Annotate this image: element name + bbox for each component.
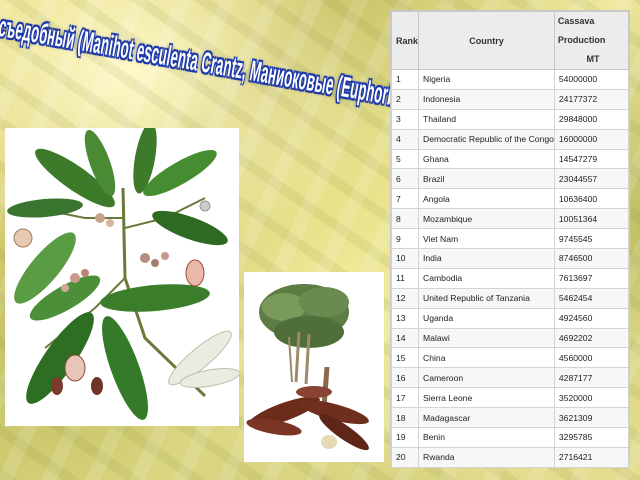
- cell-country: Cambodia: [418, 267, 555, 289]
- cell-rank: 19: [390, 427, 420, 448]
- cell-country: Cameroon: [418, 367, 555, 389]
- table-row: 15 China 4560000: [390, 347, 630, 369]
- cell-production: 29848000: [553, 108, 630, 130]
- cell-production: 8746500: [553, 248, 630, 269]
- cell-rank: 7: [390, 188, 420, 210]
- table-row: 1 Nigeria 54000000: [390, 69, 630, 90]
- table-row: 16 Cameroon 4287177: [390, 367, 630, 389]
- cell-rank: 14: [390, 327, 420, 349]
- cell-rank: 15: [390, 347, 420, 369]
- header-production: Cassava Production MT: [553, 11, 630, 70]
- header-production-line1: Cassava Production: [557, 16, 606, 45]
- cell-production: 4692202: [553, 327, 630, 349]
- table-row: 14 Malawi 4692202: [390, 327, 630, 349]
- table-row: 7 Angola 10636400: [390, 188, 630, 210]
- cell-country: Nigeria: [418, 69, 555, 90]
- cell-production: 9745545: [553, 228, 630, 250]
- cell-country: Viet Nam: [418, 228, 555, 250]
- cell-production: 4924560: [553, 307, 630, 329]
- cell-production: 14547279: [553, 148, 630, 170]
- cell-rank: 17: [390, 387, 420, 409]
- cell-country: Democratic Republic of the Congo: [418, 128, 555, 150]
- cell-production: 5462454: [553, 287, 630, 309]
- table-row: 6 Brazil 23044557: [390, 168, 630, 190]
- cassava-production-table: Rank Country Cassava Production MT 1 Nige…: [390, 10, 630, 468]
- table-row: 3 Thailand 29848000: [390, 108, 630, 130]
- cell-rank: 3: [390, 108, 420, 130]
- table-row: 12 United Republic of Tanzania 5462454: [390, 287, 630, 309]
- cell-country: Brazil: [418, 168, 555, 190]
- cell-country: Rwanda: [418, 446, 555, 468]
- cell-rank: 12: [390, 287, 420, 309]
- cell-rank: 11: [390, 267, 420, 289]
- cell-rank: 9: [390, 228, 420, 250]
- cell-rank: 4: [390, 128, 420, 150]
- cell-production: 3520000: [553, 387, 630, 409]
- table-row: 19 Benin 3295785: [390, 427, 630, 448]
- table-row: 5 Ghana 14547279: [390, 148, 630, 170]
- cell-production: 24177372: [553, 88, 630, 110]
- cell-country: Mozambique: [418, 208, 555, 230]
- cell-country: Malawi: [418, 327, 555, 349]
- table-header-row: Rank Country Cassava Production MT: [390, 11, 630, 70]
- cell-rank: 1: [390, 69, 420, 90]
- cell-rank: 16: [390, 367, 420, 389]
- table-row: 4 Democratic Republic of the Congo 1600000…: [390, 128, 630, 150]
- table-row: 10 India 8746500: [390, 248, 630, 269]
- cell-production: 10636400: [553, 188, 630, 210]
- cell-rank: 20: [390, 446, 420, 468]
- table-row: 20 Rwanda 2716421: [390, 446, 630, 468]
- cassava-plant-illustration: [5, 122, 241, 426]
- cell-country: India: [418, 248, 555, 269]
- cell-country: Angola: [418, 188, 555, 210]
- cell-country: Madagascar: [418, 407, 555, 429]
- cell-production: 2716421: [553, 446, 630, 468]
- cell-production: 54000000: [553, 69, 630, 90]
- header-country: Country: [418, 11, 555, 70]
- cassava-plant-icon: [7, 122, 241, 420]
- cell-production: 16000000: [553, 128, 630, 150]
- cassava-roots-illustration: [244, 272, 384, 462]
- cell-rank: 8: [390, 208, 420, 230]
- header-production-line2: MT: [586, 54, 600, 64]
- cell-country: Sierra Leone: [418, 387, 555, 409]
- cell-rank: 10: [390, 248, 420, 269]
- cell-country: United Republic of Tanzania: [418, 287, 555, 309]
- cell-rank: 6: [390, 168, 420, 190]
- slide-title: Маниок съедобный (Manihot esculenta Cran…: [0, 0, 448, 142]
- cell-country: Uganda: [418, 307, 555, 329]
- table-row: 11 Cambodia 7613697: [390, 267, 630, 289]
- cell-production: 7613697: [553, 267, 630, 289]
- cassava-roots-icon: [246, 284, 369, 451]
- cell-country: Ghana: [418, 148, 555, 170]
- table-row: 18 Madagascar 3621309: [390, 407, 630, 429]
- header-rank: Rank: [390, 11, 420, 70]
- cell-production: 4287177: [553, 367, 630, 389]
- slide-title-text: Маниок съедобный (Manihot esculenta Cran…: [0, 0, 448, 120]
- cell-country: Thailand: [418, 108, 555, 130]
- cell-rank: 18: [390, 407, 420, 429]
- production-table: Rank Country Cassava Production MT 1 Nige…: [390, 11, 630, 468]
- table-row: 9 Viet Nam 9745545: [390, 228, 630, 250]
- cell-country: Indonesia: [418, 88, 555, 110]
- cell-rank: 13: [390, 307, 420, 329]
- cell-production: 3621309: [553, 407, 630, 429]
- cell-rank: 5: [390, 148, 420, 170]
- cell-production: 23044557: [553, 168, 630, 190]
- table-row: 8 Mozambique 10051364: [390, 208, 630, 230]
- table-row: 17 Sierra Leone 3520000: [390, 387, 630, 409]
- cell-country: China: [418, 347, 555, 369]
- cell-production: 4560000: [553, 347, 630, 369]
- cell-production: 3295785: [553, 427, 630, 448]
- cell-production: 10051364: [553, 208, 630, 230]
- table-row: 2 Indonesia 24177372: [390, 88, 630, 110]
- cell-rank: 2: [390, 88, 420, 110]
- table-row: 13 Uganda 4924560: [390, 307, 630, 329]
- cell-country: Benin: [418, 427, 555, 448]
